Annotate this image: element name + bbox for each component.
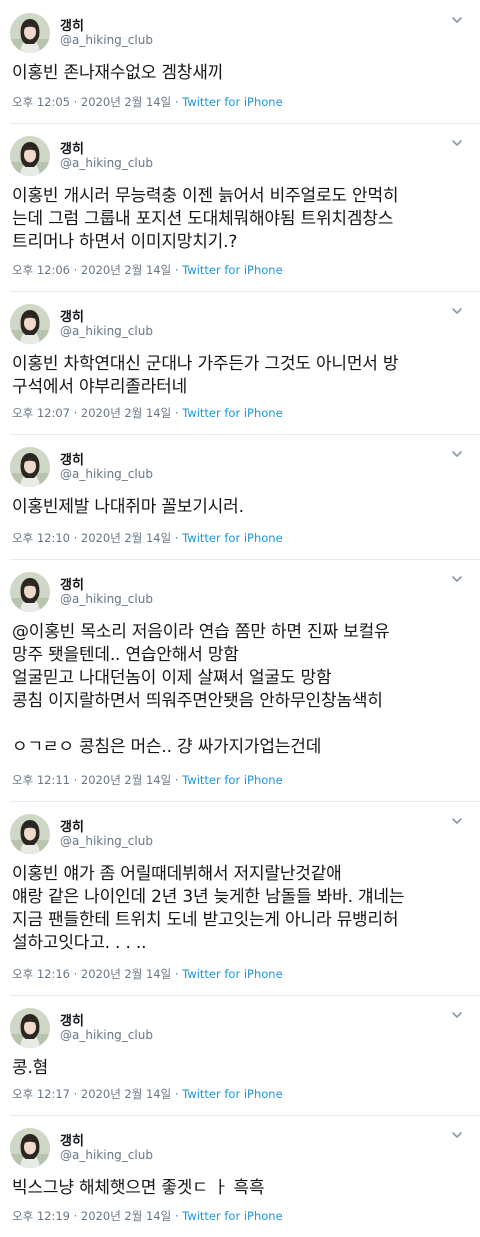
divider bbox=[10, 1115, 480, 1116]
tweet-metadata: 오후 12:07 · 2020년 2월 14일 · Twitter for iP… bbox=[12, 405, 283, 421]
username[interactable]: @a_hiking_club bbox=[60, 834, 153, 848]
tweet: 갱히 @a_hiking_club 빅스그냥 해체햇으면 좋겟ㄷ ㅏ 흑흑 오후… bbox=[0, 1115, 480, 1237]
tweet: 갱히 @a_hiking_club 이홍빈제발 나대쥐마 꼴보기시러. 오후 1… bbox=[0, 434, 480, 559]
display-name[interactable]: 갱히 bbox=[60, 449, 84, 468]
tweet-source-link[interactable]: Twitter for iPhone bbox=[182, 967, 283, 981]
tweet-source-link[interactable]: Twitter for iPhone bbox=[182, 406, 283, 420]
avatar[interactable] bbox=[10, 13, 50, 53]
avatar[interactable] bbox=[10, 447, 50, 487]
divider bbox=[10, 434, 480, 435]
display-name[interactable]: 갱히 bbox=[60, 306, 84, 325]
avatar[interactable] bbox=[10, 304, 50, 344]
tweet-text: @이홍빈 목소리 저음이라 연습 쫌만 하면 진짜 보컬유 망주 됏을텐데.. … bbox=[12, 622, 390, 757]
username[interactable]: @a_hiking_club bbox=[60, 156, 153, 170]
tweet-text: 이홍빈 차학연대신 군대나 가주든가 그것도 아니먼서 방 구석에서 야부리졸라… bbox=[12, 354, 399, 397]
tweet-timestamp[interactable]: 오후 12:19 · 2020년 2월 14일 · bbox=[12, 1209, 182, 1223]
username[interactable]: @a_hiking_club bbox=[60, 1028, 153, 1042]
chevron-down-icon[interactable] bbox=[448, 814, 466, 828]
tweet: 갱히 @a_hiking_club 이홍빈 존나재수없오 겜창새끼 오후 12:… bbox=[0, 0, 480, 123]
tweet-timestamp[interactable]: 오후 12:16 · 2020년 2월 14일 · bbox=[12, 967, 182, 981]
tweet-source-link[interactable]: Twitter for iPhone bbox=[182, 1087, 283, 1101]
display-name[interactable]: 갱히 bbox=[60, 1010, 84, 1029]
display-name[interactable]: 갱히 bbox=[60, 574, 84, 593]
tweet: 갱히 @a_hiking_club 이홍빈 차학연대신 군대나 가주든가 그것도… bbox=[0, 291, 480, 434]
tweet: 갱히 @a_hiking_club @이홍빈 목소리 저음이라 연습 쫌만 하면… bbox=[0, 559, 480, 801]
tweet-source-link[interactable]: Twitter for iPhone bbox=[182, 263, 283, 277]
username[interactable]: @a_hiking_club bbox=[60, 324, 153, 338]
display-name[interactable]: 갱히 bbox=[60, 138, 84, 157]
display-name[interactable]: 갱히 bbox=[60, 816, 84, 835]
avatar[interactable] bbox=[10, 1008, 50, 1048]
tweet-text: 콩.혐 bbox=[12, 1058, 49, 1078]
avatar[interactable] bbox=[10, 1128, 50, 1168]
tweet: 갱히 @a_hiking_club 콩.혐 오후 12:17 · 2020년 2… bbox=[0, 995, 480, 1115]
tweet-timestamp[interactable]: 오후 12:17 · 2020년 2월 14일 · bbox=[12, 1087, 182, 1101]
tweet-metadata: 오후 12:11 · 2020년 2월 14일 · Twitter for iP… bbox=[12, 772, 283, 788]
divider bbox=[10, 559, 480, 560]
tweet-timestamp[interactable]: 오후 12:06 · 2020년 2월 14일 · bbox=[12, 263, 182, 277]
divider bbox=[10, 801, 480, 802]
tweet-metadata: 오후 12:10 · 2020년 2월 14일 · Twitter for iP… bbox=[12, 530, 283, 546]
tweet-metadata: 오후 12:17 · 2020년 2월 14일 · Twitter for iP… bbox=[12, 1086, 283, 1102]
tweet: 갱히 @a_hiking_club 이홍빈 개시러 무능력충 이젠 늙어서 비주… bbox=[0, 123, 480, 291]
tweet-source-link[interactable]: Twitter for iPhone bbox=[182, 773, 283, 787]
username[interactable]: @a_hiking_club bbox=[60, 592, 153, 606]
tweet-source-link[interactable]: Twitter for iPhone bbox=[182, 1209, 283, 1223]
chevron-down-icon[interactable] bbox=[448, 447, 466, 461]
tweet-timestamp[interactable]: 오후 12:11 · 2020년 2월 14일 · bbox=[12, 773, 182, 787]
display-name[interactable]: 갱히 bbox=[60, 1130, 84, 1149]
chevron-down-icon[interactable] bbox=[448, 136, 466, 150]
tweet-text: 빅스그냥 해체햇으면 좋겟ㄷ ㅏ 흑흑 bbox=[12, 1178, 265, 1198]
tweet-text: 이홍빈 개시러 무능력충 이젠 늙어서 비주얼로도 안먹히 는데 그럼 그룹내 … bbox=[12, 186, 399, 252]
display-name[interactable]: 갱히 bbox=[60, 15, 84, 34]
tweet-metadata: 오후 12:06 · 2020년 2월 14일 · Twitter for iP… bbox=[12, 262, 283, 278]
chevron-down-icon[interactable] bbox=[448, 572, 466, 586]
tweet-timestamp[interactable]: 오후 12:05 · 2020년 2월 14일 · bbox=[12, 95, 182, 109]
divider bbox=[10, 291, 480, 292]
chevron-down-icon[interactable] bbox=[448, 1008, 466, 1022]
avatar[interactable] bbox=[10, 572, 50, 612]
tweet-metadata: 오후 12:05 · 2020년 2월 14일 · Twitter for iP… bbox=[12, 94, 283, 110]
tweet-text: 이홍빈제발 나대쥐마 꼴보기시러. bbox=[12, 497, 244, 517]
username[interactable]: @a_hiking_club bbox=[60, 33, 153, 47]
tweet-timestamp[interactable]: 오후 12:07 · 2020년 2월 14일 · bbox=[12, 406, 182, 420]
chevron-down-icon[interactable] bbox=[448, 304, 466, 318]
username[interactable]: @a_hiking_club bbox=[60, 1148, 153, 1162]
divider bbox=[10, 123, 480, 124]
tweet-text: 이홍빈 존나재수없오 겜창새끼 bbox=[12, 63, 224, 83]
divider bbox=[10, 995, 480, 996]
tweet-metadata: 오후 12:19 · 2020년 2월 14일 · Twitter for iP… bbox=[12, 1208, 283, 1224]
tweet: 갱히 @a_hiking_club 이홍빈 얘가 좀 어릴때데뷔해서 저지랄난것… bbox=[0, 801, 480, 995]
chevron-down-icon[interactable] bbox=[448, 1128, 466, 1142]
tweet-text: 이홍빈 얘가 좀 어릴때데뷔해서 저지랄난것같애 얘랑 같은 나이인데 2년 3… bbox=[12, 864, 405, 953]
username[interactable]: @a_hiking_club bbox=[60, 467, 153, 481]
tweet-timestamp[interactable]: 오후 12:10 · 2020년 2월 14일 · bbox=[12, 531, 182, 545]
tweet-source-link[interactable]: Twitter for iPhone bbox=[182, 95, 283, 109]
tweet-metadata: 오후 12:16 · 2020년 2월 14일 · Twitter for iP… bbox=[12, 966, 283, 982]
avatar[interactable] bbox=[10, 814, 50, 854]
chevron-down-icon[interactable] bbox=[448, 13, 466, 27]
tweet-source-link[interactable]: Twitter for iPhone bbox=[182, 531, 283, 545]
avatar[interactable] bbox=[10, 136, 50, 176]
